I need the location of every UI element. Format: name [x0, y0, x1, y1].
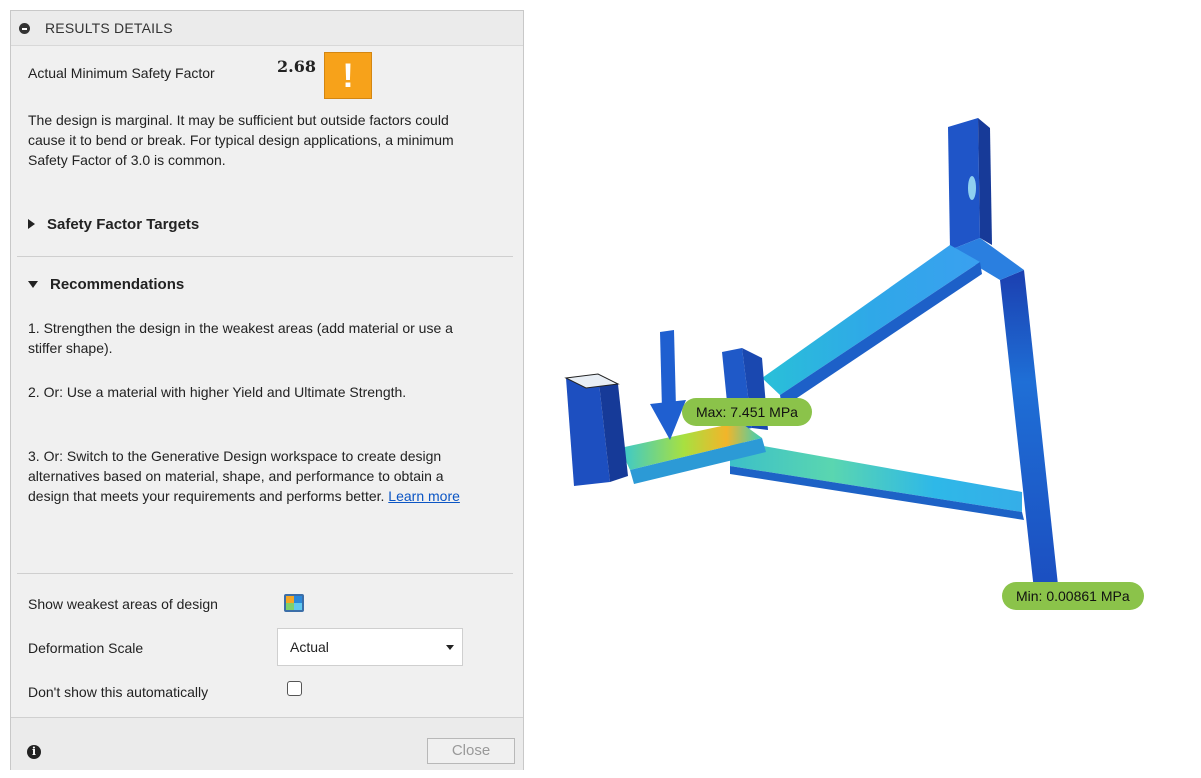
recommendation-2: 2. Or: Use a material with higher Yield … [28, 384, 407, 400]
safety-factor-targets-toggle[interactable]: Safety Factor Targets [28, 216, 199, 233]
load-arrow-icon [650, 330, 686, 440]
recommendation-3-text: 3. Or: Switch to the Generative Design w… [28, 448, 444, 504]
chevron-down-icon [446, 645, 454, 650]
panel-header[interactable]: RESULTS DETAILS [11, 11, 523, 46]
recommendation-1: 1. Strengthen the design in the weakest … [28, 320, 453, 356]
collapse-icon[interactable] [19, 23, 30, 34]
deformation-scale-value: Actual [290, 639, 329, 655]
section-title: Recommendations [50, 276, 185, 293]
section-title: Safety Factor Targets [47, 216, 200, 233]
dont-show-label: Don't show this automatically [28, 684, 209, 700]
results-details-panel: RESULTS DETAILS Actual Minimum Safety Fa… [10, 10, 524, 770]
deformation-scale-dropdown[interactable]: Actual [277, 628, 463, 666]
deformation-scale-label: Deformation Scale [28, 640, 144, 656]
info-icon[interactable]: i [27, 745, 41, 759]
design-description: The design is marginal. It may be suffic… [28, 112, 454, 168]
stress-model [564, 118, 1058, 590]
max-stress-label: Max: 7.451 MPa [682, 398, 812, 426]
weakest-areas-label: Show weakest areas of design [28, 596, 218, 612]
safety-factor-value: 2.68 [277, 57, 316, 76]
dont-show-checkbox[interactable] [287, 681, 302, 696]
panel-title: RESULTS DETAILS [45, 20, 173, 36]
simulation-viewport[interactable]: Max: 7.451 MPa Min: 0.00861 MPa [530, 0, 1201, 778]
safety-factor-label: Actual Minimum Safety Factor [28, 65, 215, 81]
divider [17, 573, 513, 574]
collapse-arrow-icon [28, 280, 38, 288]
divider [17, 256, 513, 257]
weakest-areas-icon[interactable] [283, 593, 305, 613]
recommendation-3: 3. Or: Switch to the Generative Design w… [28, 446, 468, 506]
learn-more-link[interactable]: Learn more [388, 488, 460, 504]
min-stress-label: Min: 0.00861 MPa [1002, 582, 1144, 610]
panel-footer: i Close [11, 717, 523, 770]
close-button[interactable]: Close [427, 738, 515, 764]
warning-glyph: ! [342, 57, 354, 95]
expand-arrow-icon [28, 219, 35, 230]
warning-icon: ! [324, 52, 372, 99]
recommendations-toggle[interactable]: Recommendations [28, 276, 184, 293]
